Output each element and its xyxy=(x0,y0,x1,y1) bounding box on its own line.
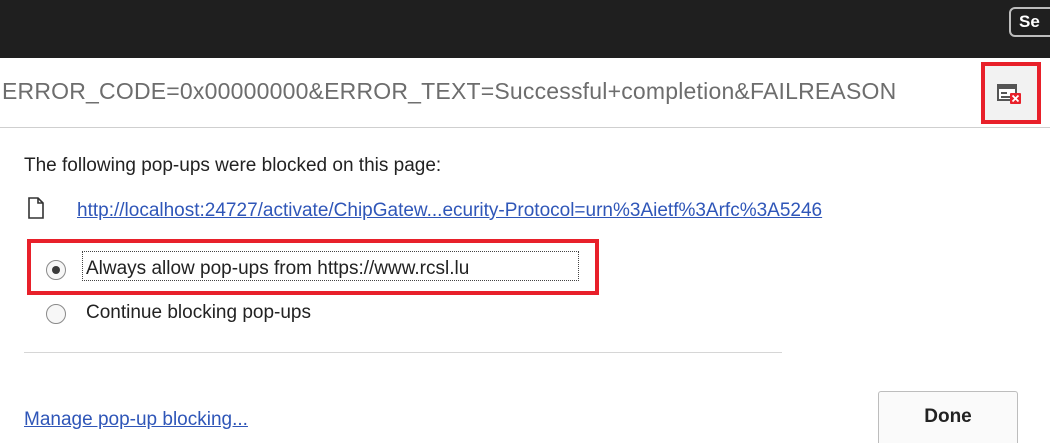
blocked-popup-link[interactable]: http://localhost:24727/activate/ChipGate… xyxy=(77,200,822,222)
browser-window: Se ERROR_CODE=0x00000000&ERROR_TEXT=Succ… xyxy=(0,0,1050,443)
browser-top-bar: Se xyxy=(0,0,1050,58)
address-bar-url[interactable]: ERROR_CODE=0x00000000&ERROR_TEXT=Success… xyxy=(2,78,992,105)
popup-blocked-bubble: The following pop-ups were blocked on th… xyxy=(0,128,1050,443)
document-icon xyxy=(28,197,44,219)
done-button[interactable]: Done xyxy=(878,391,1018,443)
address-bar[interactable]: ERROR_CODE=0x00000000&ERROR_TEXT=Success… xyxy=(0,58,1050,128)
radio-label-continue-blocking: Continue blocking pop-ups xyxy=(86,302,311,323)
radio-button-unchecked[interactable] xyxy=(46,304,66,324)
divider xyxy=(24,352,782,353)
radio-button-checked[interactable] xyxy=(46,260,66,280)
focus-ring xyxy=(82,251,579,281)
popup-blocked-button[interactable] xyxy=(981,62,1041,124)
popup-blocked-icon xyxy=(997,84,1021,104)
topbar-button[interactable]: Se xyxy=(1009,7,1050,37)
manage-popup-blocking-link[interactable]: Manage pop-up blocking... xyxy=(24,409,248,431)
bubble-heading: The following pop-ups were blocked on th… xyxy=(24,155,442,176)
